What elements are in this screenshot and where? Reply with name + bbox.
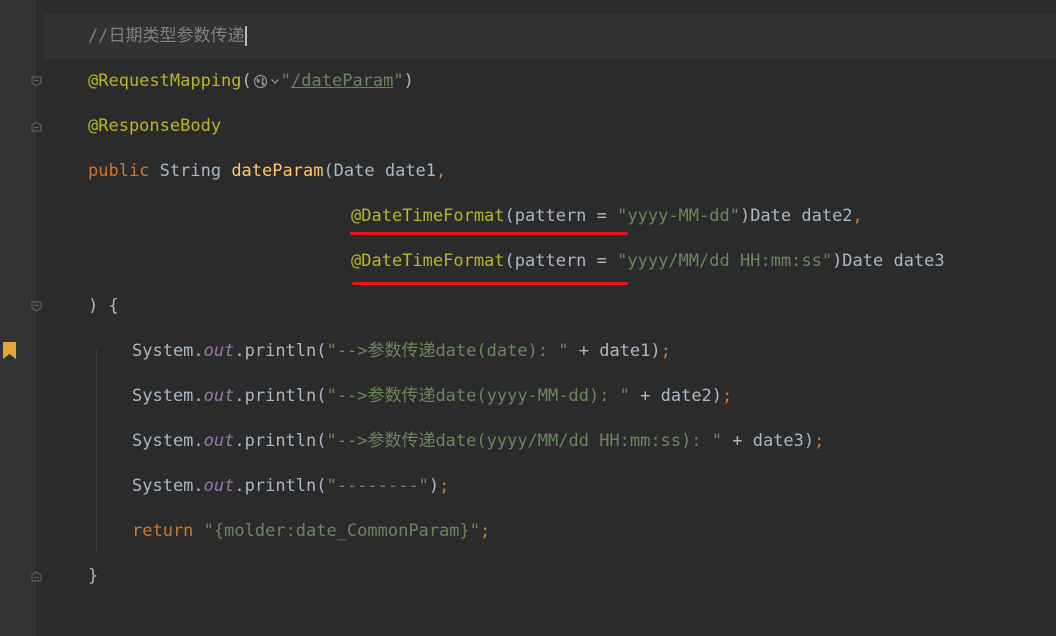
pattern-string: "yyyy/MM/dd HH:mm:ss" — [617, 251, 833, 271]
code-line-sig-close[interactable]: ) { — [88, 284, 119, 329]
quote: " — [393, 71, 404, 91]
string-literal: "--------" — [326, 476, 429, 496]
line-gutter[interactable] — [0, 0, 37, 636]
param-date2: )Date date2 — [739, 206, 853, 226]
url-link[interactable]: /dateParam — [291, 71, 393, 91]
concat-expr: + date3) — [722, 431, 815, 451]
annotation-response-body: @ResponseBody — [88, 116, 222, 136]
keyword-public: public — [88, 161, 150, 181]
code-line-signature[interactable]: public String dateParam(Date date1, — [88, 149, 446, 194]
code-line-close-brace[interactable]: } — [88, 554, 98, 599]
param-date3: )Date date3 — [832, 251, 945, 271]
concat-expr: + date2) — [629, 386, 723, 406]
semicolon: ; — [480, 521, 491, 541]
fold-marker-icon[interactable] — [31, 76, 42, 87]
annotation-datetimeformat: @DateTimeFormat — [351, 251, 505, 271]
fold-marker-icon[interactable] — [31, 121, 42, 132]
system-class: System. — [132, 386, 204, 406]
annotation-datetimeformat: @DateTimeFormat — [351, 206, 505, 226]
concat-expr: + date1) — [568, 341, 661, 361]
fold-marker-icon[interactable] — [31, 301, 42, 312]
return-type: String — [149, 161, 232, 181]
string-literal: "{molder:date_CommonParam}" — [193, 521, 480, 541]
code-editor[interactable]: //日期类型参数传递 @RequestMapping( "/dateParam")… — [31, 14, 1056, 636]
param-date1: (Date date1 — [323, 161, 437, 181]
string-literal: "-->参数传递date(date): " — [326, 341, 569, 361]
highlight-underline — [352, 282, 628, 285]
system-class: System. — [132, 431, 204, 451]
code-line-return[interactable]: return "{molder:date_CommonParam}"; — [132, 509, 490, 554]
annotation-request-mapping: @RequestMapping — [88, 71, 242, 91]
pattern-attr: (pattern = — [504, 206, 618, 226]
code-line-println-2[interactable]: System.out.println("-->参数传递date(yyyy-MM-… — [132, 374, 732, 419]
pattern-string: "yyyy-MM-dd" — [617, 206, 740, 226]
brace-close: } — [88, 566, 99, 586]
bookmark-icon[interactable] — [3, 342, 16, 359]
highlight-underline — [350, 232, 628, 235]
code-line-response-body[interactable]: @ResponseBody — [88, 104, 221, 149]
semicolon: ; — [814, 431, 825, 451]
code-line-comment[interactable]: //日期类型参数传递 — [88, 14, 248, 59]
string-literal: "-->参数传递date(yyyy-MM-dd): " — [326, 386, 630, 406]
paren: ) — [403, 71, 414, 91]
code-line-println-1[interactable]: System.out.println("-->参数传递date(date): "… — [132, 329, 671, 374]
code-line-println-3[interactable]: System.out.println("-->参数传递date(yyyy/MM/… — [132, 419, 824, 464]
println-call: .println( — [234, 341, 327, 361]
globe-icon[interactable] — [253, 74, 268, 89]
println-call: .println( — [234, 431, 327, 451]
code-line-param-date3[interactable]: @DateTimeFormat(pattern = "yyyy/MM/dd HH… — [351, 239, 945, 284]
chevron-down-icon[interactable] — [270, 74, 280, 89]
fold-marker-icon[interactable] — [31, 571, 42, 582]
system-class: System. — [132, 341, 204, 361]
quote: " — [280, 71, 292, 91]
field-out: out — [203, 476, 235, 496]
text-caret — [245, 26, 248, 46]
indent-guide — [96, 349, 97, 554]
println-call: .println( — [234, 476, 327, 496]
string-literal: "-->参数传递date(yyyy/MM/dd HH:mm:ss): " — [326, 431, 723, 451]
comma: , — [436, 161, 447, 181]
method-name: dateParam — [231, 161, 324, 181]
semicolon: ; — [660, 341, 671, 361]
code-line-println-4[interactable]: System.out.println("--------"); — [132, 464, 449, 509]
field-out: out — [203, 341, 235, 361]
keyword-return: return — [132, 521, 194, 541]
field-out: out — [203, 386, 235, 406]
semicolon: ; — [439, 476, 450, 496]
comma: , — [852, 206, 863, 226]
comment-text: //日期类型参数传递 — [88, 26, 245, 46]
paren: ( — [241, 71, 252, 91]
println-call: .println( — [234, 386, 327, 406]
fold-column — [36, 0, 44, 636]
field-out: out — [203, 431, 235, 451]
code-line-request-mapping[interactable]: @RequestMapping( "/dateParam") — [88, 59, 414, 104]
pattern-attr: (pattern = — [504, 251, 618, 271]
brace-open: ) { — [88, 296, 119, 316]
system-class: System. — [132, 476, 204, 496]
concat-expr: ) — [428, 476, 440, 496]
semicolon: ; — [722, 386, 733, 406]
